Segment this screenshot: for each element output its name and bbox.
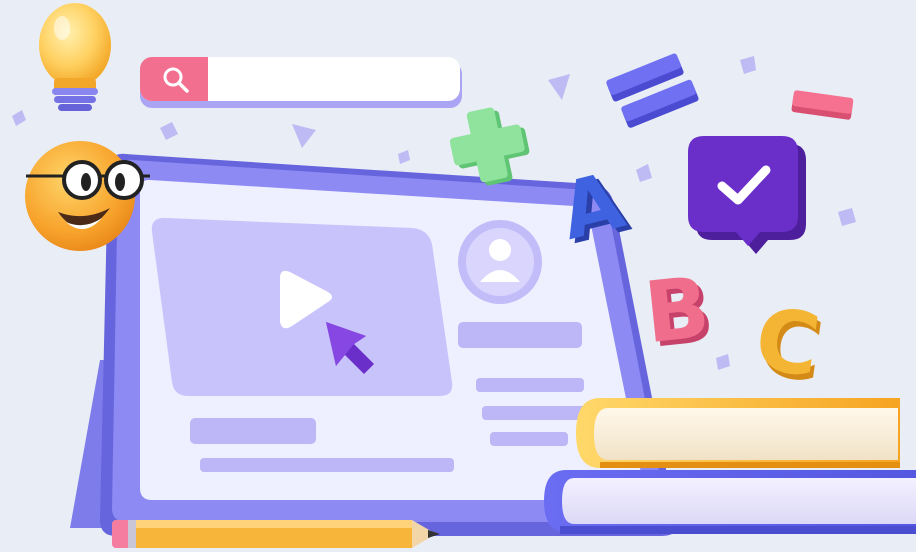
user-avatar-icon	[458, 220, 542, 304]
search-bar	[140, 57, 462, 108]
equals-icon	[606, 53, 699, 128]
lightbulb-icon	[39, 3, 111, 111]
checkmark-chat-icon	[688, 136, 806, 254]
minus-icon	[791, 90, 854, 120]
video-panel	[151, 217, 453, 396]
pencil-icon	[112, 520, 440, 548]
letter-c: C	[749, 289, 826, 397]
letter-b: B	[640, 257, 714, 363]
education-illustration	[12, 3, 916, 548]
books-icon	[544, 398, 916, 534]
